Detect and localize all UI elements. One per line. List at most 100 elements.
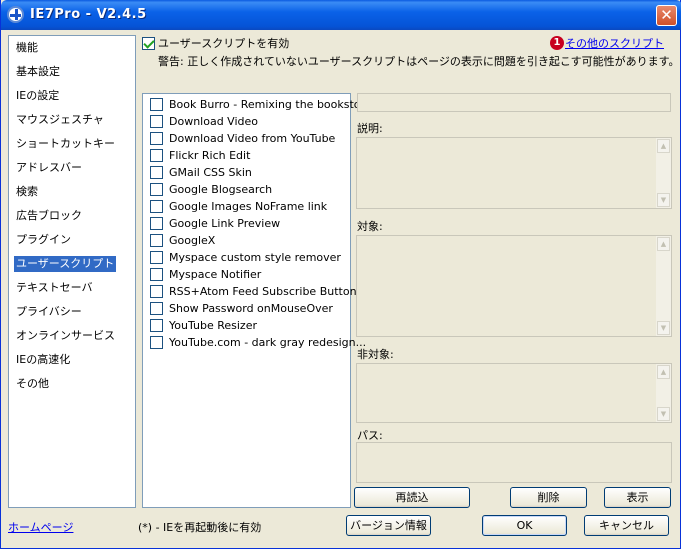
title-bar[interactable]: IE7Pro - V2.4.5 ✕ (1, 0, 681, 30)
scroll-up-arrow-icon: ▲ (657, 139, 670, 153)
script-name[interactable]: Flickr Rich Edit (169, 149, 250, 162)
script-checkbox[interactable] (150, 233, 163, 247)
cancel-button[interactable]: キャンセル (584, 515, 669, 536)
description-textbox: ▲ ▼ (356, 137, 672, 209)
script-checkbox[interactable] (150, 165, 163, 179)
nav-item-address-bar[interactable]: アドレスバー (14, 160, 84, 176)
script-name[interactable]: GoogleX (169, 234, 215, 247)
script-checkbox[interactable] (150, 267, 163, 281)
script-name[interactable]: GMail CSS Skin (169, 166, 252, 179)
script-item[interactable]: YouTube.com - dark gray redesign... (150, 335, 366, 350)
script-item[interactable]: Show Password onMouseOver (150, 301, 333, 316)
script-item[interactable]: Flickr Rich Edit (150, 148, 250, 163)
script-checkbox[interactable] (150, 250, 163, 264)
scroll-down-arrow-icon: ▼ (657, 193, 670, 207)
script-name[interactable]: YouTube Resizer (169, 319, 257, 332)
other-scripts-link-row[interactable]: 1 その他のスクリプト (550, 35, 664, 51)
nav-item-ie-settings[interactable]: IEの設定 (14, 88, 61, 104)
script-name[interactable]: Book Burro - Remixing the bookstore (169, 98, 372, 111)
show-button[interactable]: 表示 (604, 487, 671, 508)
script-checkbox[interactable] (150, 335, 163, 349)
scroll-up-arrow-icon: ▲ (657, 365, 670, 379)
other-scripts-link[interactable]: その他のスクリプト (565, 37, 664, 50)
script-item[interactable]: Myspace Notifier (150, 267, 261, 282)
enable-userscripts-checkbox[interactable] (142, 36, 155, 50)
target-textbox: ▲ ▼ (356, 235, 672, 337)
annotation-badge: 1 (550, 36, 564, 50)
close-icon: ✕ (660, 6, 673, 24)
window-title: IE7Pro - V2.4.5 (30, 7, 147, 22)
script-list[interactable]: Book Burro - Remixing the bookstore Down… (142, 93, 372, 508)
script-name[interactable]: Google Images NoFrame link (169, 200, 327, 213)
ok-button[interactable]: OK (482, 515, 567, 536)
script-name[interactable]: Show Password onMouseOver (169, 302, 333, 315)
script-name[interactable]: RSS+Atom Feed Subscribe Button ... (169, 285, 371, 298)
path-label: パス: (357, 429, 383, 442)
script-item[interactable]: Download Video (150, 114, 258, 129)
nav-item-mouse-gestures[interactable]: マウスジェスチャ (14, 112, 106, 128)
version-info-button[interactable]: バージョン情報 (346, 515, 431, 536)
script-item[interactable]: GMail CSS Skin (150, 165, 252, 180)
script-checkbox[interactable] (150, 216, 163, 230)
script-name[interactable]: Download Video (169, 115, 258, 128)
script-checkbox[interactable] (150, 301, 163, 315)
script-checkbox[interactable] (150, 182, 163, 196)
nav-item-ie-speedup[interactable]: IEの高速化 (14, 352, 72, 368)
nav-item-plugins[interactable]: プラグイン (14, 232, 73, 248)
reload-button[interactable]: 再読込 (354, 487, 470, 508)
description-scrollbar: ▲ ▼ (656, 138, 671, 208)
script-item[interactable]: Download Video from YouTube (150, 131, 335, 146)
script-item[interactable]: YouTube Resizer (150, 318, 257, 333)
target-label: 対象: (357, 220, 383, 233)
nav-item-privacy[interactable]: プライバシー (14, 304, 84, 320)
script-item[interactable]: Google Link Preview (150, 216, 280, 231)
description-label: 説明: (357, 122, 383, 135)
nav-item-user-scripts[interactable]: ユーザースクリプト (14, 256, 117, 272)
script-name[interactable]: Myspace Notifier (169, 268, 261, 281)
target-scrollbar: ▲ ▼ (656, 236, 671, 336)
options-window: IE7Pro - V2.4.5 ✕ 機能 基本設定 IEの設定 マウスジェスチャ… (0, 0, 681, 549)
nav-item-text-saver[interactable]: テキストセーバ (14, 280, 95, 296)
script-item[interactable]: GoogleX (150, 233, 215, 248)
script-name[interactable]: YouTube.com - dark gray redesign... (169, 336, 366, 349)
enable-userscripts-label[interactable]: ユーザースクリプトを有効 (158, 37, 289, 50)
script-item[interactable]: RSS+Atom Feed Subscribe Button ... (150, 284, 371, 299)
script-item[interactable]: Myspace custom style remover (150, 250, 341, 265)
script-item[interactable]: Google Images NoFrame link (150, 199, 327, 214)
exclude-label: 非対象: (357, 348, 394, 361)
script-name[interactable]: Download Video from YouTube (169, 132, 335, 145)
script-item[interactable]: Book Burro - Remixing the bookstore (150, 97, 372, 112)
script-checkbox[interactable] (150, 114, 163, 128)
scroll-down-arrow-icon: ▼ (657, 321, 670, 335)
script-checkbox[interactable] (150, 148, 163, 162)
exclude-scrollbar: ▲ ▼ (656, 364, 671, 422)
restart-note: (*) - IEを再起動後に有効 (138, 521, 262, 534)
path-textbox (356, 442, 672, 483)
script-name[interactable]: Google Blogsearch (169, 183, 272, 196)
nav-item-ad-block[interactable]: 広告ブロック (14, 208, 84, 224)
warning-text: 警告: 正しく作成されていないユーザースクリプトはページの表示に問題を引き起こす… (158, 55, 680, 68)
script-name[interactable]: Myspace custom style remover (169, 251, 341, 264)
script-checkbox[interactable] (150, 318, 163, 332)
nav-item-shortcut-keys[interactable]: ショートカットキー (14, 136, 117, 152)
script-item[interactable]: Google Blogsearch (150, 182, 272, 197)
close-button[interactable]: ✕ (656, 5, 677, 26)
nav-item-search[interactable]: 検索 (14, 184, 40, 200)
nav-item-features[interactable]: 機能 (14, 40, 40, 56)
category-list[interactable]: 機能 基本設定 IEの設定 マウスジェスチャ ショートカットキー アドレスバー … (8, 35, 136, 508)
enable-userscripts-row[interactable]: ユーザースクリプトを有効 (142, 35, 289, 50)
script-checkbox[interactable] (150, 131, 163, 145)
nav-item-online-services[interactable]: オンラインサービス (14, 328, 117, 344)
script-checkbox[interactable] (150, 284, 163, 298)
scroll-up-arrow-icon: ▲ (657, 237, 670, 251)
homepage-link[interactable]: ホームページ (8, 519, 73, 535)
script-checkbox[interactable] (150, 97, 163, 111)
nav-item-other[interactable]: その他 (14, 376, 51, 392)
script-checkbox[interactable] (150, 199, 163, 213)
nav-item-basic-settings[interactable]: 基本設定 (14, 64, 62, 80)
delete-button[interactable]: 削除 (510, 487, 587, 508)
app-icon (7, 6, 24, 23)
script-name[interactable]: Google Link Preview (169, 217, 280, 230)
script-name-field (357, 93, 671, 112)
exclude-textbox: ▲ ▼ (356, 363, 672, 423)
